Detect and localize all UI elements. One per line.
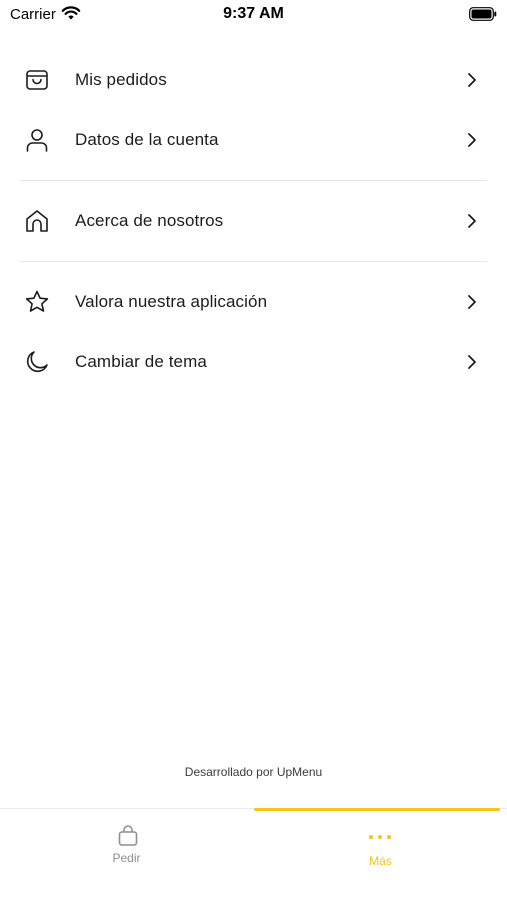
menu-item-label: Cambiar de tema [75,352,207,371]
menu-item-valora-aplicacion[interactable]: Valora nuestra aplicación [0,272,507,332]
menu-item-label: Acerca de nosotros [75,211,224,230]
tab-label: Más [369,854,392,868]
shopping-bag-icon [118,825,138,846]
menu-item-datos-cuenta[interactable]: Datos de la cuenta [0,110,507,170]
chevron-right-icon [468,73,476,87]
tab-label: Pedir [112,851,141,865]
menu-item-mis-pedidos[interactable]: Mis pedidos [0,50,507,110]
developer-credit: Desarrollado por UpMenu [184,765,323,779]
menu-divider [20,261,487,262]
tab-mas[interactable]: Más [254,809,507,900]
battery-icon [469,7,497,21]
home-icon [26,210,48,232]
user-icon [26,129,48,152]
menu-divider [20,180,487,181]
menu-item-label: Mis pedidos [75,70,167,89]
menu-item-label: Datos de la cuenta [75,130,219,149]
moon-icon [26,351,48,373]
star-icon [25,290,49,312]
menu-item-label: Valora nuestra aplicación [75,292,268,311]
bag-icon [26,70,48,90]
chevron-right-icon [468,355,476,369]
status-time: 9:37 AM [223,5,284,22]
chevron-right-icon [468,295,476,309]
more-dots-icon [369,835,391,839]
menu-item-cambiar-tema[interactable]: Cambiar de tema [0,332,507,392]
tab-pedir[interactable]: Pedir [0,809,253,900]
settings-menu: Mis pedidos Datos de la cuenta Acerca de… [0,50,507,392]
menu-item-acerca-de-nosotros[interactable]: Acerca de nosotros [0,191,507,251]
chevron-right-icon [468,214,476,228]
chevron-right-icon [468,133,476,147]
status-bar: Carrier 9:37 AM [0,0,507,30]
tab-bar: Pedir Más [0,808,507,900]
